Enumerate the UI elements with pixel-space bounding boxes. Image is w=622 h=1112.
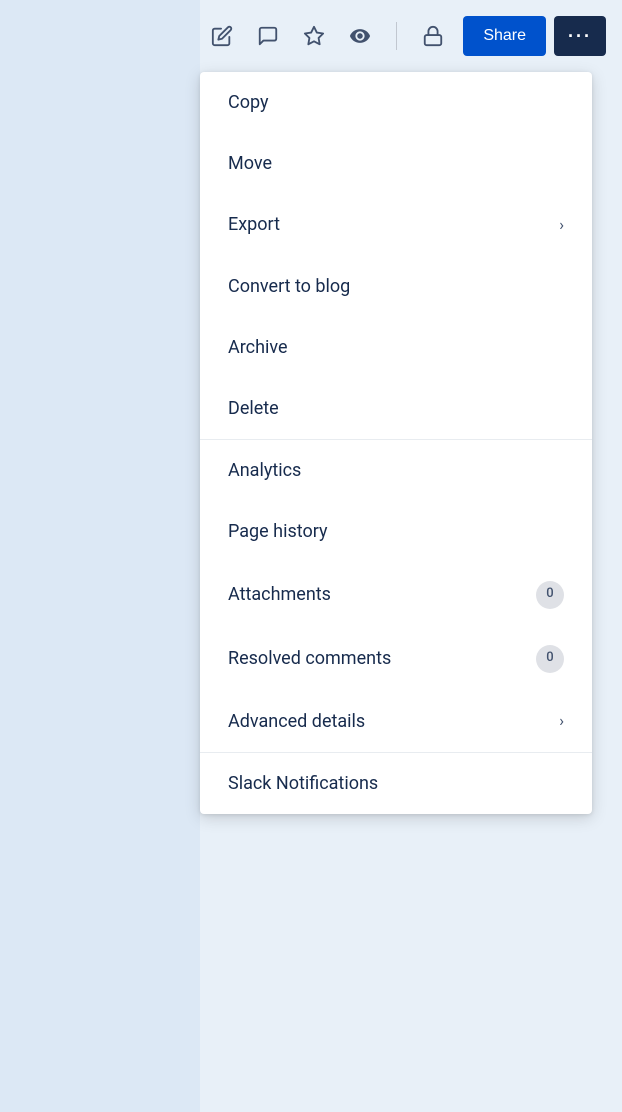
lock-icon[interactable] xyxy=(419,22,447,50)
chevron-right-icon-2: › xyxy=(559,710,564,732)
menu-item-attachments[interactable]: Attachments 0 xyxy=(200,563,592,627)
menu-item-slack-notifications[interactable]: Slack Notifications xyxy=(200,753,592,814)
attachments-badge: 0 xyxy=(536,581,564,609)
export-right: › xyxy=(559,214,564,236)
menu-item-copy[interactable]: Copy xyxy=(200,72,592,133)
menu-section-2: Analytics Page history Attachments 0 Res… xyxy=(200,440,592,753)
dropdown-menu: Copy Move Export › Convert to blog Archi… xyxy=(200,72,592,814)
resolved-comments-right: 0 xyxy=(536,645,564,673)
menu-item-delete[interactable]: Delete xyxy=(200,378,592,439)
watch-icon[interactable] xyxy=(346,22,374,50)
advanced-details-right: › xyxy=(559,710,564,732)
share-button[interactable]: Share xyxy=(463,16,546,56)
menu-item-move[interactable]: Move xyxy=(200,133,592,194)
menu-item-archive[interactable]: Archive xyxy=(200,317,592,378)
menu-section-1: Copy Move Export › Convert to blog Archi… xyxy=(200,72,592,440)
resolved-comments-badge: 0 xyxy=(536,645,564,673)
toolbar: Share ··· xyxy=(0,0,622,72)
page-background xyxy=(0,0,200,1112)
edit-icon[interactable] xyxy=(208,22,236,50)
star-icon[interactable] xyxy=(300,22,328,50)
menu-item-export[interactable]: Export › xyxy=(200,194,592,255)
menu-item-resolved-comments[interactable]: Resolved comments 0 xyxy=(200,627,592,691)
attachments-right: 0 xyxy=(536,581,564,609)
toolbar-icons xyxy=(208,22,447,50)
menu-item-advanced-details[interactable]: Advanced details › xyxy=(200,691,592,752)
menu-section-3: Slack Notifications xyxy=(200,753,592,814)
toolbar-divider xyxy=(396,22,397,50)
menu-item-analytics[interactable]: Analytics xyxy=(200,440,592,501)
chevron-right-icon: › xyxy=(559,214,564,236)
more-options-button[interactable]: ··· xyxy=(554,16,606,56)
menu-item-page-history[interactable]: Page history xyxy=(200,501,592,562)
comment-icon[interactable] xyxy=(254,22,282,50)
menu-item-convert-to-blog[interactable]: Convert to blog xyxy=(200,256,592,317)
